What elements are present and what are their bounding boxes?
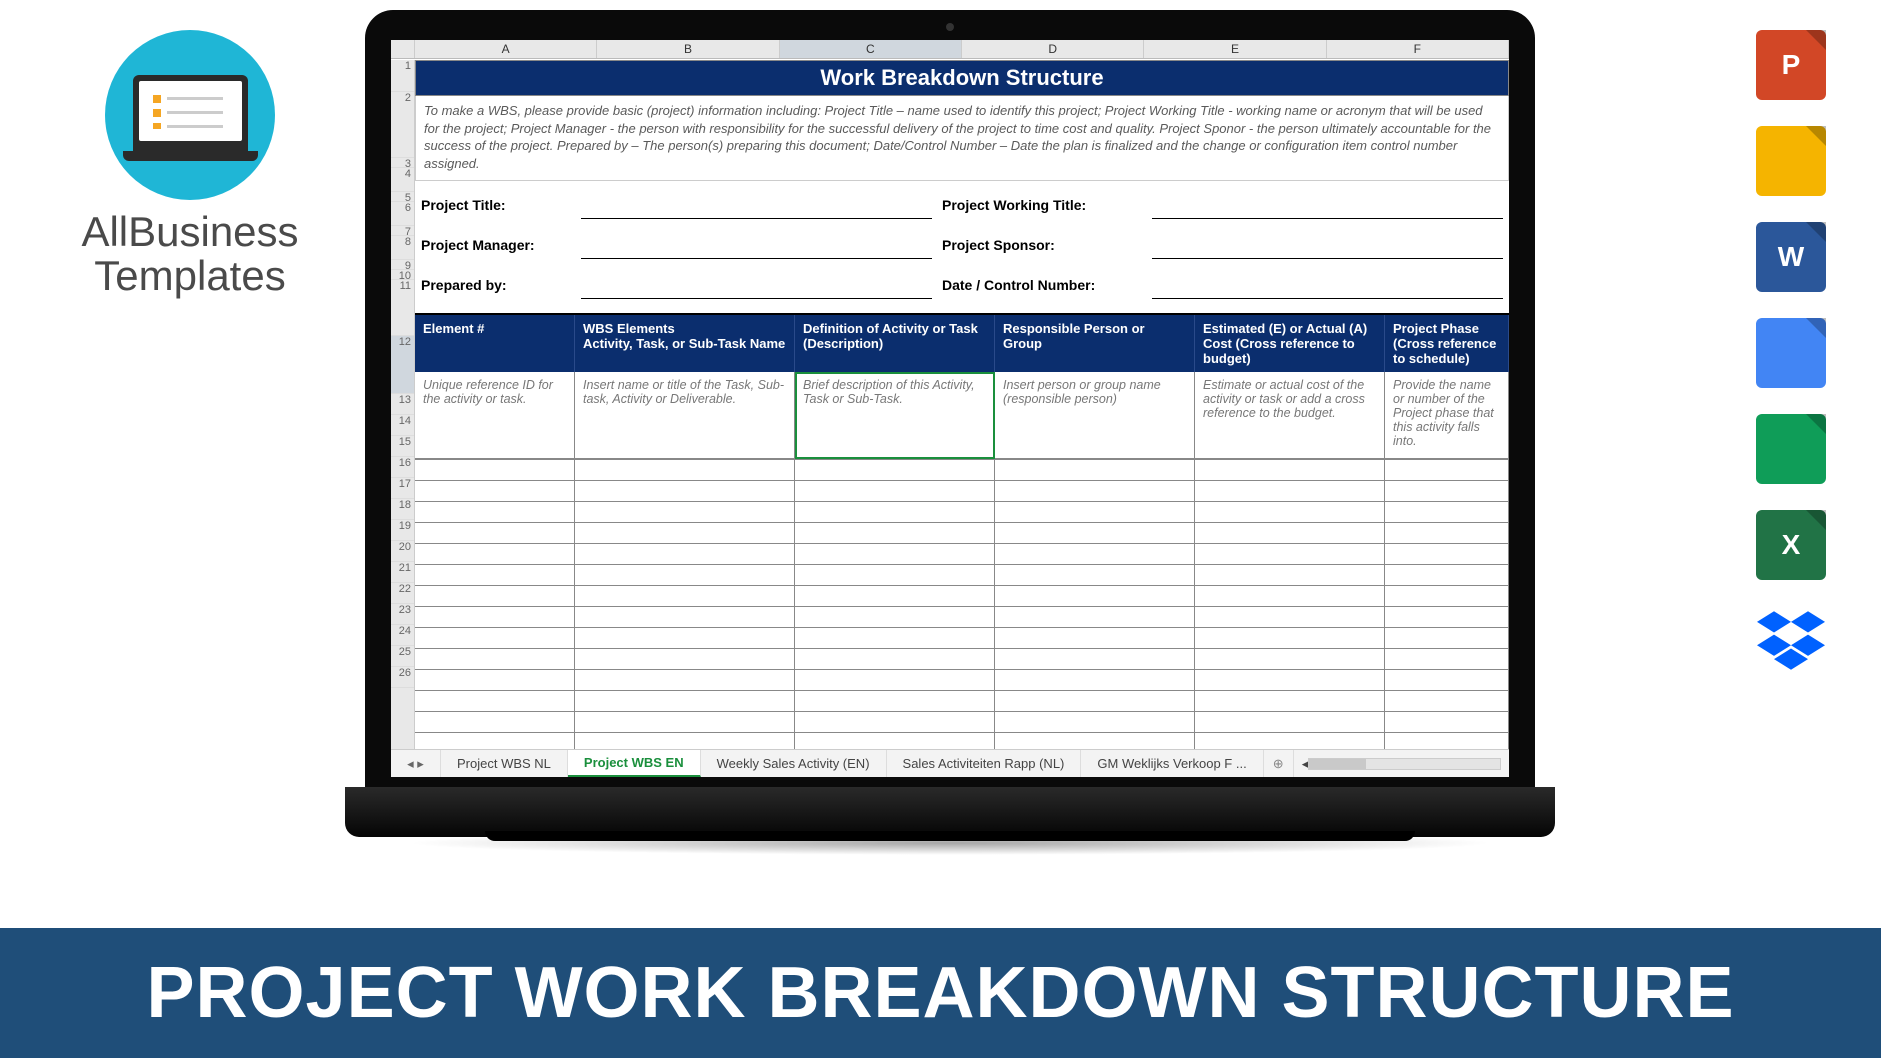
instructions-text: To make a WBS, please provide basic (pro… [415, 96, 1509, 181]
horizontal-scrollbar[interactable]: ◂ [1294, 750, 1509, 777]
table-row[interactable] [415, 544, 1509, 565]
prepared-by-label: Prepared by: [421, 271, 571, 299]
tab-weekly-sales-en[interactable]: Weekly Sales Activity (EN) [701, 750, 887, 777]
hint-element[interactable]: Unique reference ID for the activity or … [415, 372, 575, 459]
google-sheets-icon [1756, 414, 1826, 484]
table-row[interactable] [415, 712, 1509, 733]
google-docs-icon [1756, 318, 1826, 388]
powerpoint-icon: P [1756, 30, 1826, 100]
column-headers: A B C D E F [391, 40, 1509, 59]
date-control-field[interactable] [1152, 271, 1503, 299]
th-phase: Project Phase (Cross reference to schedu… [1385, 315, 1509, 372]
table-header: Element # WBS Elements Activity, Task, o… [415, 315, 1509, 372]
th-definition: Definition of Activity or Task (Descript… [795, 315, 995, 372]
page-banner: PROJECT WORK BREAKDOWN STRUCTURE [0, 928, 1881, 1058]
dropbox-icon [1756, 606, 1826, 676]
brand-circle [105, 30, 275, 200]
brand-logo: AllBusiness Templates [60, 30, 320, 298]
project-working-title-label: Project Working Title: [942, 191, 1142, 219]
table-row[interactable] [415, 523, 1509, 544]
col-F[interactable]: F [1327, 40, 1509, 58]
table-row[interactable] [415, 628, 1509, 649]
project-sponsor-field[interactable] [1152, 231, 1503, 259]
project-manager-label: Project Manager: [421, 231, 571, 259]
hint-row: Unique reference ID for the activity or … [415, 372, 1509, 459]
project-sponsor-label: Project Sponsor: [942, 231, 1142, 259]
add-sheet-button[interactable]: ⊕ [1264, 750, 1294, 777]
sheet-title: Work Breakdown Structure [415, 60, 1509, 96]
table-row[interactable] [415, 565, 1509, 586]
hint-responsible[interactable]: Insert person or group name (responsible… [995, 372, 1195, 459]
brand-text-line1: AllBusiness [60, 210, 320, 254]
camera-dot [946, 23, 954, 31]
brand-laptop-icon [133, 75, 248, 155]
meta-row-2: Project Manager: Project Sponsor: [415, 229, 1509, 261]
meta-row-1: Project Title: Project Working Title: [415, 189, 1509, 221]
th-element: Element # [415, 315, 575, 372]
table-row[interactable] [415, 691, 1509, 712]
col-B[interactable]: B [597, 40, 779, 58]
col-A[interactable]: A [415, 40, 597, 58]
table-row[interactable] [415, 670, 1509, 691]
file-type-icons: P W X [1751, 30, 1831, 676]
word-icon: W [1756, 222, 1826, 292]
tab-gm-weklijks[interactable]: GM Weklijks Verkoop F ... [1081, 750, 1263, 777]
table-row[interactable] [415, 649, 1509, 670]
table-row[interactable] [415, 586, 1509, 607]
th-responsible: Responsible Person or Group [995, 315, 1195, 372]
tab-project-wbs-nl[interactable]: Project WBS NL [441, 750, 568, 777]
col-C[interactable]: C [780, 40, 962, 58]
th-wbs-elements: WBS Elements Activity, Task, or Sub-Task… [575, 315, 795, 372]
table-row[interactable] [415, 460, 1509, 481]
project-manager-field[interactable] [581, 231, 932, 259]
tab-sales-activiteiten-nl[interactable]: Sales Activiteiten Rapp (NL) [887, 750, 1082, 777]
sheet-tabs-bar: ◂ ▸ Project WBS NL Project WBS EN Weekly… [391, 749, 1509, 777]
spreadsheet-screen: A B C D E F 1 2 3 4 5 6 7 8 9 10 11 12 [391, 40, 1509, 777]
laptop-mockup: A B C D E F 1 2 3 4 5 6 7 8 9 10 11 12 [345, 10, 1555, 885]
hint-definition-selected-cell[interactable]: Brief description of this Activity, Task… [795, 372, 995, 459]
col-D[interactable]: D [962, 40, 1144, 58]
hint-cost[interactable]: Estimate or actual cost of the activity … [1195, 372, 1385, 459]
project-title-field[interactable] [581, 191, 932, 219]
hint-wbs-elements[interactable]: Insert name or title of the Task, Sub-ta… [575, 372, 795, 459]
brand-text-line2: Templates [60, 254, 320, 298]
row-headers: 1 2 3 4 5 6 7 8 9 10 11 12 13 14 15 16 1… [391, 60, 415, 749]
th-cost: Estimated (E) or Actual (A) Cost (Cross … [1195, 315, 1385, 372]
hint-phase[interactable]: Provide the name or number of the Projec… [1385, 372, 1509, 459]
excel-icon: X [1756, 510, 1826, 580]
table-row[interactable] [415, 481, 1509, 502]
tab-project-wbs-en[interactable]: Project WBS EN [568, 750, 701, 777]
col-E[interactable]: E [1144, 40, 1326, 58]
meta-row-3: Prepared by: Date / Control Number: [415, 269, 1509, 301]
table-row[interactable] [415, 733, 1509, 749]
tab-nav[interactable]: ◂ ▸ [391, 750, 441, 777]
project-working-title-field[interactable] [1152, 191, 1503, 219]
google-slides-icon [1756, 126, 1826, 196]
table-row[interactable] [415, 502, 1509, 523]
date-control-label: Date / Control Number: [942, 271, 1142, 299]
project-title-label: Project Title: [421, 191, 571, 219]
empty-data-rows [415, 459, 1509, 749]
table-row[interactable] [415, 607, 1509, 628]
prepared-by-field[interactable] [581, 271, 932, 299]
